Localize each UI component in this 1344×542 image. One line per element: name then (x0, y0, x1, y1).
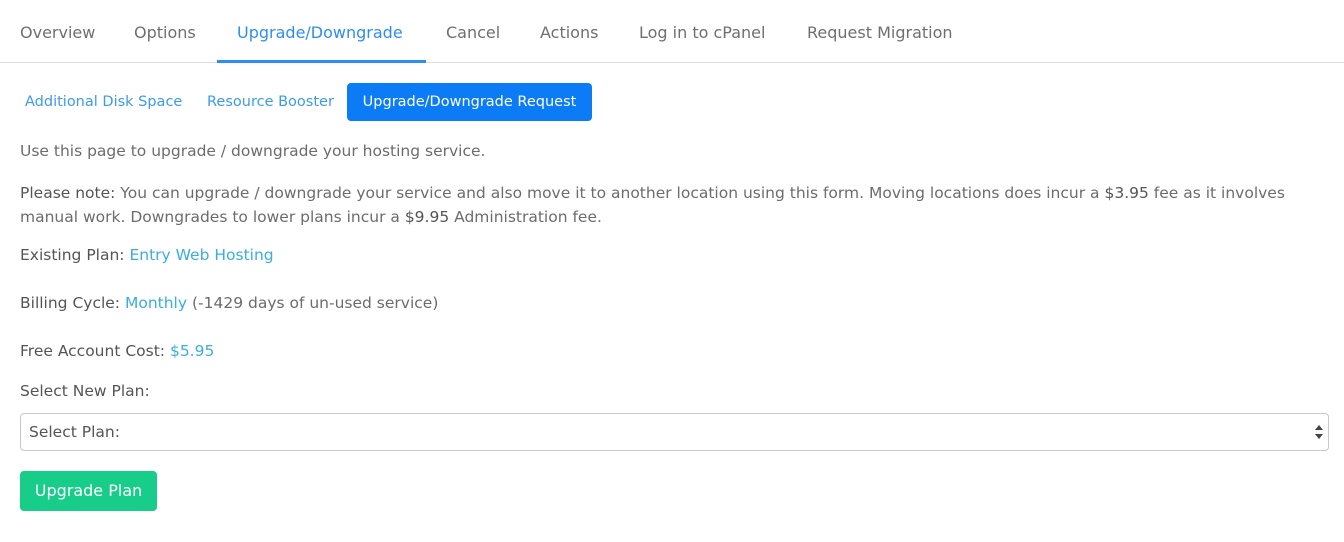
location-fee: $3.95 (1104, 184, 1149, 202)
free-account-cost-row: Free Account Cost: $5.95 (20, 342, 214, 360)
free-account-cost-value: $5.95 (169, 342, 215, 360)
tab-overview[interactable]: Overview (20, 0, 95, 63)
billing-cycle-label: Billing Cycle: (20, 294, 121, 312)
active-tab-indicator (217, 60, 426, 63)
tab-options[interactable]: Options (134, 0, 196, 63)
subnav-upgrade-downgrade-request[interactable]: Upgrade/Downgrade Request (347, 83, 592, 121)
subnav-additional-disk-space[interactable]: Additional Disk Space (25, 83, 182, 121)
plan-select[interactable]: Select Plan: (20, 413, 1329, 451)
free-account-cost-label: Free Account Cost: (20, 342, 166, 360)
tab-log-in-cpanel[interactable]: Log in to cPanel (639, 0, 765, 63)
existing-plan-row: Existing Plan: Entry Web Hosting (20, 246, 274, 264)
tab-request-migration[interactable]: Request Migration (807, 0, 953, 63)
tab-upgrade-downgrade[interactable]: Upgrade/Downgrade (237, 0, 403, 63)
note-text-1: You can upgrade / downgrade your service… (115, 184, 1105, 202)
tab-cancel[interactable]: Cancel (446, 0, 500, 63)
intro-text: Use this page to upgrade / downgrade you… (20, 142, 486, 160)
downgrade-fee: $9.95 (404, 208, 450, 226)
select-new-plan-label: Select New Plan: (20, 382, 150, 400)
select-arrows-icon (1315, 425, 1323, 439)
existing-plan-value: Entry Web Hosting (129, 246, 274, 264)
existing-plan-label: Existing Plan: (20, 246, 125, 264)
note-text-3: Administration fee. (449, 208, 602, 226)
subnav-resource-booster[interactable]: Resource Booster (207, 83, 334, 121)
service-tabs: Overview Options Upgrade/Downgrade Cance… (0, 0, 1344, 63)
upgrade-plan-button[interactable]: Upgrade Plan (20, 471, 157, 511)
note-label: Please note: (20, 184, 116, 202)
please-note-paragraph: Please note: You can upgrade / downgrade… (20, 181, 1320, 229)
unused-service-note: (-1429 days of un-used service) (191, 294, 439, 312)
billing-cycle-row: Billing Cycle: Monthly (-1429 days of un… (20, 294, 438, 312)
billing-cycle-value: Monthly (124, 294, 188, 312)
tab-actions[interactable]: Actions (540, 0, 598, 63)
plan-select-value: Select Plan: (29, 423, 120, 441)
